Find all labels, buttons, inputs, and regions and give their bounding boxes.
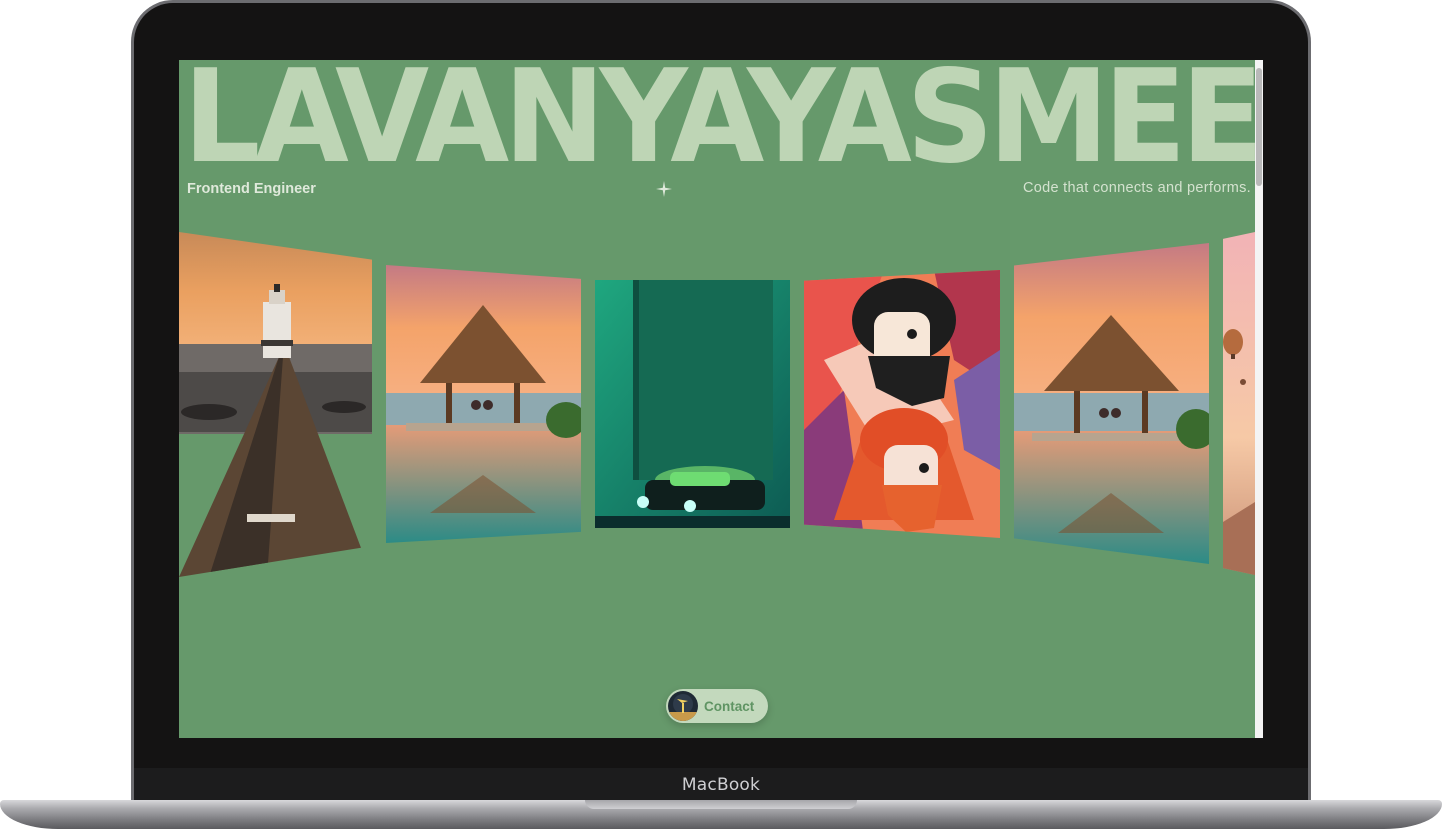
carousel-card-car[interactable] [595,280,790,528]
contact-label: Contact [704,698,755,714]
carousel-card-gazebo[interactable] [386,265,581,543]
laptop-notch [585,800,857,809]
hero-tagline: Code that connects and performs. [1022,180,1251,196]
contact-button[interactable]: Contact [666,689,768,723]
carousel-card-portrait[interactable] [804,270,1000,538]
device-brand-label: MacBook [681,775,761,795]
hero-name: LAVANYAYASMEEN [183,60,1255,192]
hero-role: Frontend Engineer [187,181,316,197]
sparkle-icon [656,181,672,197]
avatar-icon [668,691,698,721]
laptop-chin: MacBook [134,768,1308,802]
scrollbar-thumb[interactable] [1256,68,1262,186]
carousel-card-gazebo-2[interactable] [1014,243,1209,564]
carousel-card-lighthouse[interactable] [179,232,372,577]
page-scrollbar[interactable] [1255,60,1263,738]
page-viewport: LAVANYAYASMEEN Frontend Engineer Code th… [179,60,1255,738]
carousel-card-balloons[interactable] [1223,232,1255,575]
